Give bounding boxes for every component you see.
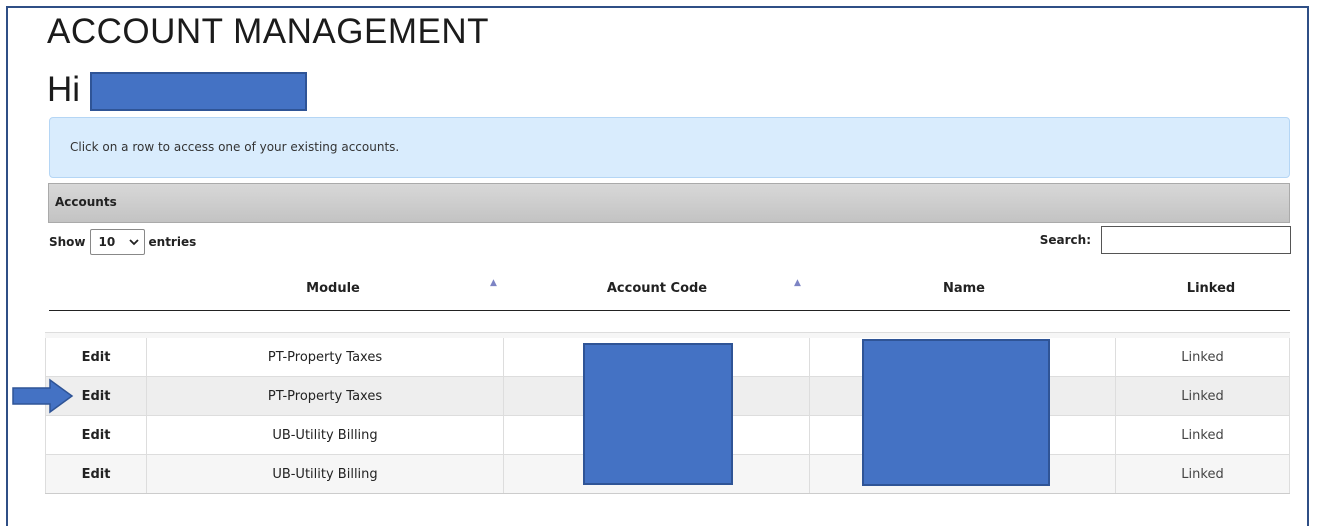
entries-value: 10: [98, 235, 116, 249]
edit-link[interactable]: Edit: [45, 416, 146, 454]
linked-cell: Linked: [1115, 455, 1290, 493]
module-cell: PT-Property Taxes: [146, 338, 503, 376]
redacted-names: [862, 339, 1050, 486]
sort-asc-icon[interactable]: ▲: [794, 278, 801, 288]
edit-link[interactable]: Edit: [45, 455, 146, 493]
header-account-code[interactable]: Account Code: [557, 281, 757, 296]
linked-cell: Linked: [1115, 338, 1290, 376]
greeting: Hi: [47, 70, 81, 109]
search-control: Search:: [1040, 226, 1291, 254]
edit-link[interactable]: Edit: [45, 338, 146, 376]
entries-label: entries: [148, 235, 197, 249]
sort-asc-icon[interactable]: ▲: [490, 278, 497, 288]
module-cell: PT-Property Taxes: [146, 377, 503, 415]
header-linked[interactable]: Linked: [1141, 281, 1281, 296]
header-name[interactable]: Name: [864, 281, 1064, 296]
redacted-account-codes: [583, 343, 733, 485]
chevron-down-icon: [128, 238, 139, 245]
module-cell: UB-Utility Billing: [146, 416, 503, 454]
search-label: Search:: [1039, 233, 1091, 247]
redacted-username: [90, 72, 307, 111]
entries-control: Show 10 entries: [49, 229, 196, 255]
accounts-panel-header: Accounts: [48, 183, 1290, 223]
search-input[interactable]: [1101, 226, 1291, 254]
info-alert: Click on a row to access one of your exi…: [49, 117, 1290, 178]
arrow-right-icon: [12, 378, 74, 414]
table-header: Module ▲ Account Code ▲ Name Linked: [49, 272, 1290, 311]
header-module[interactable]: Module: [233, 281, 433, 296]
page-title: ACCOUNT MANAGEMENT: [47, 12, 489, 51]
linked-cell: Linked: [1115, 416, 1290, 454]
linked-cell: Linked: [1115, 377, 1290, 415]
entries-select[interactable]: 10: [89, 229, 145, 255]
info-message: Click on a row to access one of your exi…: [70, 140, 400, 154]
module-cell: UB-Utility Billing: [146, 455, 503, 493]
show-label: Show: [49, 235, 86, 249]
panel-title: Accounts: [55, 195, 117, 209]
